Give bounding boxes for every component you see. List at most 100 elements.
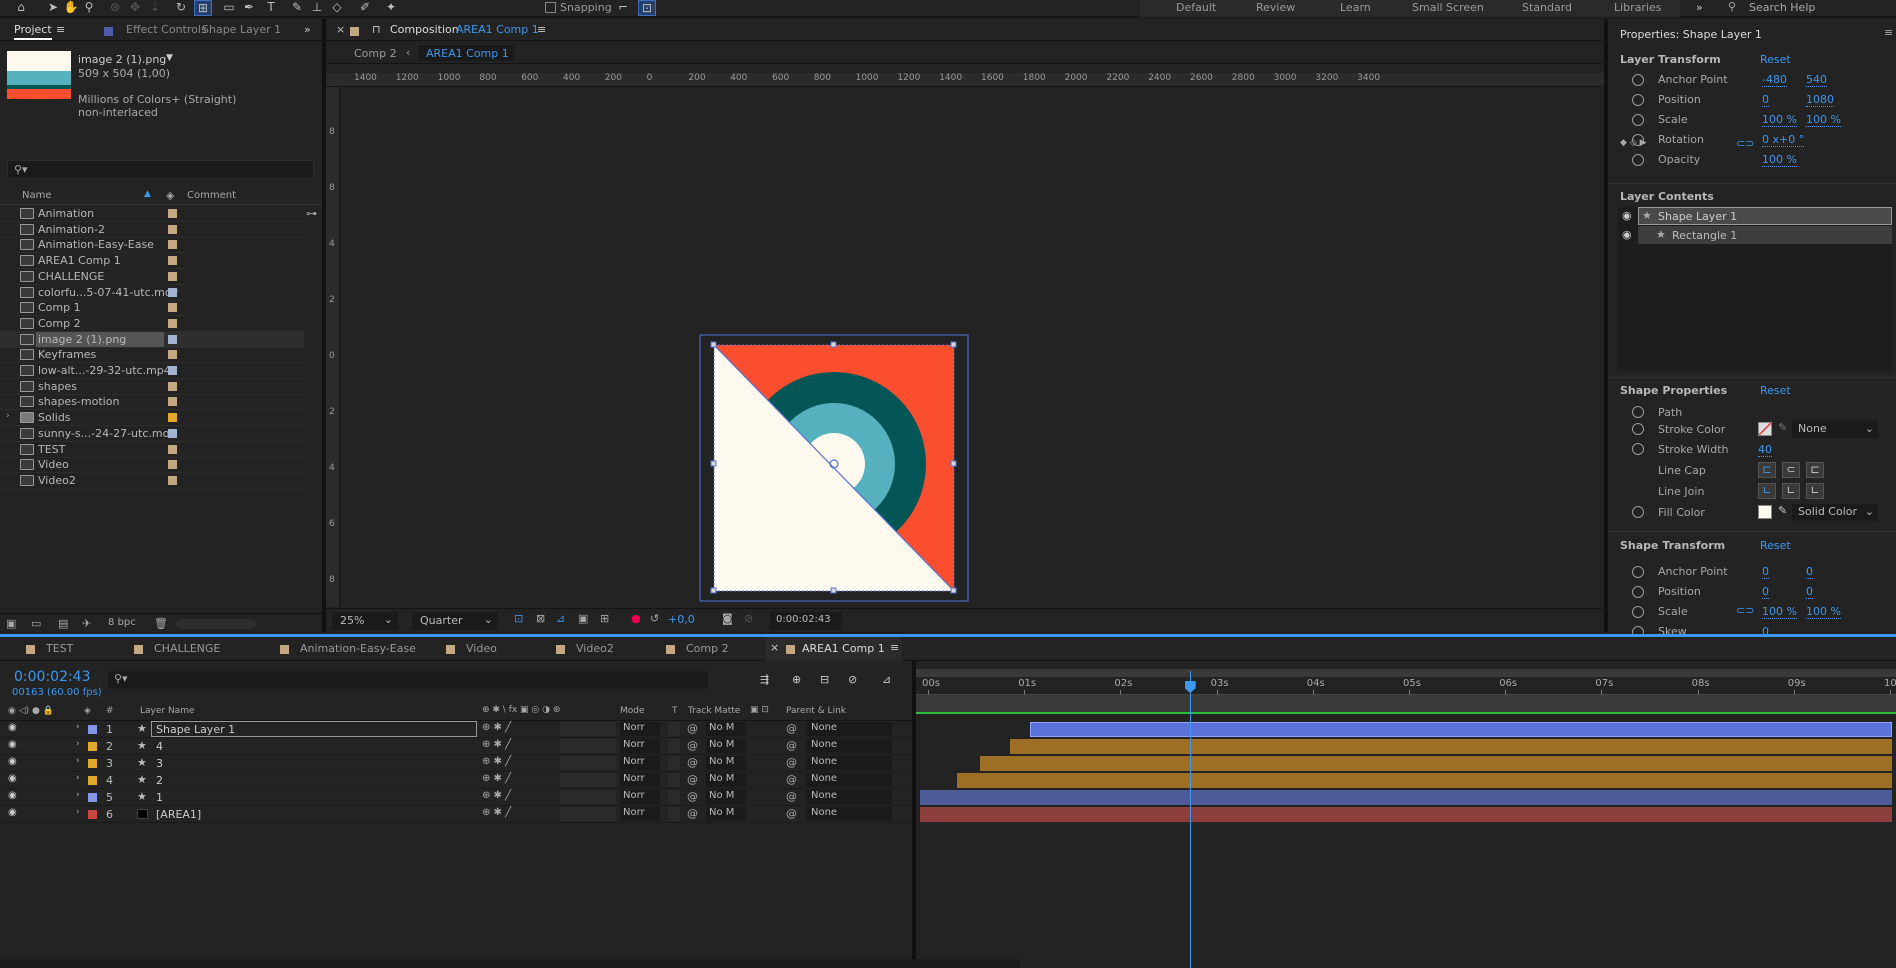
contents-row-rectangle[interactable]: ◉ ★ Rectangle 1	[1618, 226, 1892, 244]
layer-switches-icons[interactable]: ⊕ ✱ ╱	[482, 790, 511, 801]
project-item[interactable]: TEST	[0, 442, 304, 458]
label-column-icon[interactable]: ◈	[166, 189, 174, 202]
layer-mode-select[interactable]: Norr	[620, 722, 660, 736]
item-label-swatch[interactable]	[168, 397, 177, 407]
tab-menu-icon[interactable]: ≡	[890, 641, 899, 654]
item-label-swatch[interactable]	[168, 413, 177, 423]
work-area-bar[interactable]	[916, 695, 1896, 712]
snap-icon[interactable]: ⌐	[614, 0, 632, 16]
color-channels-icon[interactable]: ●	[631, 612, 641, 625]
hide-shy-layers-icon[interactable]: ⊟	[820, 673, 829, 686]
layer-mode-select[interactable]: Norr	[620, 807, 660, 821]
exposure-value[interactable]: +0,0	[668, 613, 695, 626]
layer-label-swatch[interactable]	[88, 759, 97, 768]
round-join-icon[interactable]: ∟	[1782, 483, 1800, 499]
track-matte-select[interactable]: No M	[706, 722, 746, 736]
rotate-tool-icon[interactable]: ↻	[172, 0, 190, 16]
shape-constrain-icon[interactable]: ⊂⊃	[1736, 604, 1754, 617]
lock-icon[interactable]: ⊓	[372, 23, 381, 36]
project-item[interactable]: image 2 (1).png	[0, 331, 304, 348]
layer-row[interactable]: ◉ › 4 ★ 2 ⊕ ✱ ╱ Norr @ No M @ None	[0, 772, 912, 789]
miter-join-icon[interactable]: ∟	[1758, 483, 1776, 499]
breadcrumb-comp-2[interactable]: Comp 2	[354, 47, 397, 60]
anchor-tool-icon[interactable]: ⊞	[194, 0, 212, 16]
shape-properties-reset[interactable]: Reset	[1760, 384, 1791, 397]
matte-pickwhip-icon[interactable]: @	[687, 739, 698, 752]
layer-row[interactable]: ◉ › 5 ★ 1 ⊕ ✱ ╱ Norr @ No M @ None	[0, 789, 912, 806]
exposure-reset-icon[interactable]: ↺	[650, 612, 659, 625]
track-matte-select[interactable]: No M	[706, 756, 746, 770]
selection-tool-icon[interactable]: ➤	[44, 0, 62, 16]
parent-pickwhip-icon[interactable]: @	[786, 807, 797, 820]
frame-blending-icon[interactable]: ⊘	[848, 673, 857, 686]
sort-ascending-icon[interactable]: ▲	[144, 189, 151, 199]
home-icon[interactable]: ⌂	[12, 0, 30, 16]
layer_transform-value-1[interactable]: 0	[1762, 93, 1769, 107]
comp-title-name[interactable]: AREA1 Comp 1	[456, 23, 539, 36]
hand-tool-icon[interactable]: ✋	[62, 0, 80, 16]
layer-row[interactable]: ◉ › 1 ★ Shape Layer 1 ⊕ ✱ ╱ Norr @ No M @ None	[0, 721, 912, 738]
layer-name[interactable]: 3	[156, 757, 163, 770]
mask-visibility-icon[interactable]: ⊿	[556, 612, 565, 625]
stroke-width-value[interactable]: 40	[1758, 443, 1772, 457]
item-label-swatch[interactable]	[168, 271, 177, 281]
layer-switches-icons[interactable]: ⊕ ✱ ╱	[482, 807, 511, 818]
stroke-color-swatch[interactable]	[1758, 422, 1772, 436]
project-item[interactable]: › Solids	[0, 410, 304, 427]
timeline-tab[interactable]: Video2	[576, 642, 614, 655]
layer-name[interactable]: 1	[156, 791, 163, 804]
comp-viewer[interactable]	[340, 87, 1604, 607]
layer-label-swatch[interactable]	[88, 793, 97, 802]
contents-row-shape-layer[interactable]: ◉ ★ Shape Layer 1	[1618, 207, 1892, 225]
fast-previews-icon[interactable]: ⊡	[514, 612, 523, 625]
project-item[interactable]: Animation	[0, 206, 304, 222]
expand-arrow-icon[interactable]: ›	[76, 756, 80, 766]
snap-options-icon[interactable]: ⊡	[638, 0, 656, 16]
item-label-swatch[interactable]	[168, 381, 177, 391]
layer-duration-bar[interactable]	[1010, 739, 1892, 754]
project-item[interactable]: shapes-motion	[0, 394, 304, 411]
dolly-tool-icon[interactable]: ⇣	[146, 0, 164, 16]
timeline-search-input[interactable]: ⚲▾	[108, 671, 708, 689]
disclosure-arrow-icon[interactable]: ›	[6, 411, 10, 421]
shape-transform-reset[interactable]: Reset	[1760, 539, 1791, 552]
visibility-eye-icon[interactable]: ◉	[8, 722, 17, 733]
parent-select[interactable]: None	[806, 807, 892, 821]
item-label-swatch[interactable]	[168, 428, 177, 438]
render-queue-icon[interactable]: ✈	[82, 617, 91, 630]
layer_transform-stopwatch-icon[interactable]	[1632, 154, 1644, 166]
layer-switches-icons[interactable]: ⊕ ✱ ╱	[482, 722, 511, 733]
parent-pickwhip-icon[interactable]: @	[786, 739, 797, 752]
expand-arrow-icon[interactable]: ›	[76, 722, 80, 732]
track-matte-select[interactable]: No M	[706, 739, 746, 753]
layer-label-swatch[interactable]	[88, 725, 97, 734]
layer-duration-bar[interactable]	[979, 756, 1892, 771]
expand-arrow-icon[interactable]: ›	[76, 773, 80, 783]
zoom-tool-icon[interactable]: ⚲	[80, 0, 98, 16]
project-item[interactable]: Animation-Easy-Ease	[0, 237, 304, 254]
layer-switches-icons[interactable]: ⊕ ✱ ╱	[482, 756, 511, 767]
layer_transform-value-1[interactable]: -480	[1762, 73, 1787, 87]
column-name[interactable]: Name	[22, 190, 52, 201]
orbit-tool-icon[interactable]: ⊛	[106, 0, 124, 16]
workspace-standard[interactable]: Standard	[1522, 0, 1572, 16]
grid-guides-icon[interactable]: ⊞	[600, 612, 609, 625]
item-label-swatch[interactable]	[168, 366, 177, 375]
layer-row[interactable]: ◉ › 2 ★ 4 ⊕ ✱ ╱ Norr @ No M @ None	[0, 738, 912, 755]
parent-select[interactable]: None	[806, 739, 892, 753]
preserve-transparency-box[interactable]	[668, 722, 680, 736]
item-label-swatch[interactable]	[168, 256, 177, 266]
matte-pickwhip-icon[interactable]: @	[687, 756, 698, 769]
region-of-interest-icon[interactable]: ▣	[578, 612, 588, 625]
layer_transform-value-2[interactable]: 540	[1806, 73, 1827, 87]
parent-select[interactable]: None	[806, 790, 892, 804]
fill-type-select[interactable]: Solid Color ⌄	[1792, 504, 1878, 521]
matte-pickwhip-icon[interactable]: @	[687, 773, 698, 786]
close-tab-icon[interactable]: ×	[770, 641, 779, 654]
preserve-transparency-box[interactable]	[668, 807, 680, 821]
butt-cap-icon[interactable]: ⊏	[1758, 462, 1776, 478]
visibility-eye-icon[interactable]: ◉	[1622, 228, 1632, 241]
layer_transform-value-2[interactable]: 1080	[1806, 93, 1834, 107]
puppet-pin-icon[interactable]: ✦	[382, 0, 400, 16]
item-label-swatch[interactable]	[168, 350, 177, 360]
